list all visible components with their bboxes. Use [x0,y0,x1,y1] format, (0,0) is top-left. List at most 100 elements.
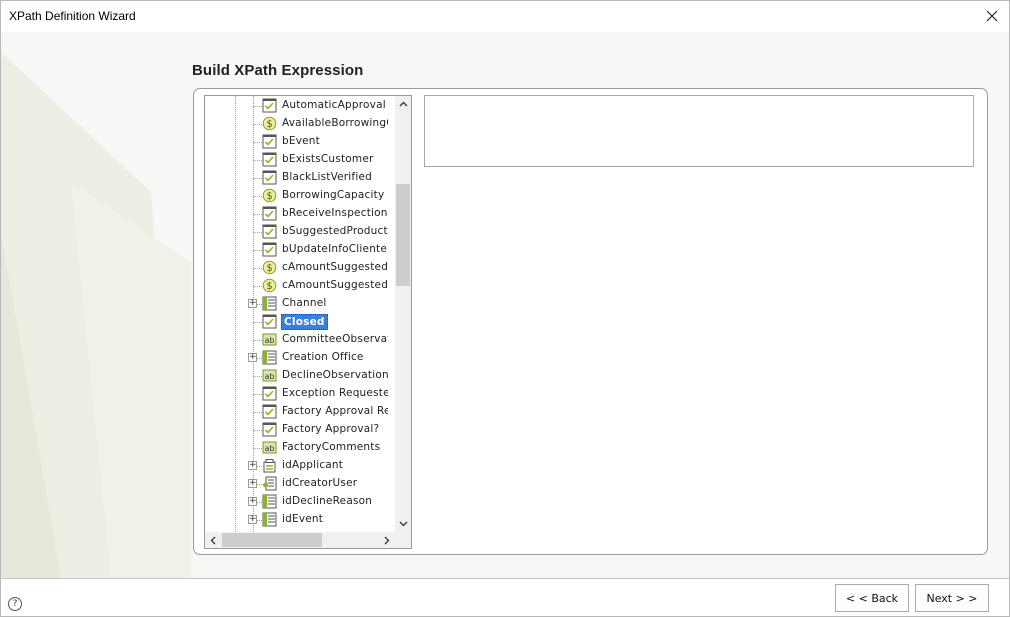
currency-field-icon: $ [262,260,277,275]
tree-connector [253,286,262,287]
horizontal-scroll-thumb[interactable] [222,533,322,547]
tree-connector [253,412,262,413]
checkbox-field-icon [262,314,277,329]
tree-item[interactable]: + Channel [205,295,395,313]
scroll-left-icon[interactable] [205,532,221,548]
tree-item-label: CommitteeObservati [282,333,388,345]
svg-text:$: $ [266,119,272,130]
tree-connector [253,106,262,107]
tree-item-label: cAmountSuggestedC [282,261,388,273]
tree-item[interactable]: $ BorrowingCapacity [205,187,395,205]
tree-item[interactable]: Factory Approval? [205,421,395,439]
checkbox-field-icon [262,422,277,437]
tree-item[interactable]: BlackListVerified [205,169,395,187]
scroll-down-icon[interactable] [395,516,411,532]
text-field-icon: ab [262,440,277,455]
tree-item-label-selected: Closed [281,314,328,330]
tree-item[interactable]: Factory Approval Re [205,403,395,421]
footer-bar: ? < < Back Next > > [1,578,1009,616]
scroll-right-icon[interactable] [379,532,395,548]
tree-item-label: Creation Office [282,351,364,363]
tree-connector [253,214,262,215]
tree-connector [253,322,262,323]
tree-item[interactable]: bExistsCustomer [205,151,395,169]
title-bar: XPath Definition Wizard [1,1,1009,32]
tree-item[interactable]: bEvent [205,133,395,151]
checkbox-field-icon [262,170,277,185]
tree-item[interactable]: ab DeclineObservations [205,367,395,385]
tree-item[interactable]: + idDeclineReason [205,493,395,511]
tree-connector [253,142,262,143]
tree-connector [253,124,262,125]
expand-icon[interactable]: + [248,479,257,488]
tree-item[interactable]: bSuggestedProducts [205,223,395,241]
tree-item[interactable]: AutomaticApproval [205,97,395,115]
tree-connector [253,160,262,161]
tree-connector [253,394,262,395]
tree-item-label: idEvent [282,513,324,525]
tree-item[interactable]: $ AvailableBorrowingC [205,115,395,133]
collection-icon [262,458,277,473]
checkbox-field-icon [262,152,277,167]
xpath-expression-box[interactable] [424,95,974,167]
tree-item[interactable]: ab CommitteeObservati [205,331,395,349]
tree-connector [253,196,262,197]
tree-vertical-scrollbar[interactable] [395,96,411,532]
tree-item-label: idCreatorUser [282,477,358,489]
tree-item[interactable]: + idCreatorUser [205,475,395,493]
expand-icon[interactable]: + [248,353,257,362]
tree-item-label: bReceiveInspection [282,207,388,219]
checkbox-field-icon [262,404,277,419]
scroll-up-icon[interactable] [395,96,411,112]
help-icon[interactable]: ? [8,597,22,611]
currency-field-icon: $ [262,188,277,203]
svg-text:ab: ab [265,372,275,381]
checkbox-field-icon [262,242,277,257]
tree-item[interactable]: Exception Requested [205,385,395,403]
tree-item-label: Factory Approval? [282,423,380,435]
tree-connector [253,178,262,179]
tree-item-label: Factory Approval Re [282,405,388,417]
tree-item[interactable]: ab FactoryComments [205,439,395,457]
expand-icon[interactable]: + [248,461,257,470]
tree-item[interactable]: + idEvent [205,511,395,529]
tree-item-label: idApplicant [282,459,344,471]
vertical-scroll-thumb[interactable] [396,184,410,286]
next-button[interactable]: Next > > [915,584,989,612]
tree-item[interactable]: bReceiveInspection [205,205,395,223]
svg-text:ab: ab [265,336,275,345]
tree-connector [253,340,262,341]
tree-item-label: bEvent [282,135,320,147]
tree-horizontal-scrollbar[interactable] [205,532,395,548]
tree-item-label: cAmountSuggestedT [282,279,388,291]
tree-connector [253,376,262,377]
entity-icon [262,350,277,365]
back-button[interactable]: < < Back [835,584,909,612]
tree-item[interactable]: $ cAmountSuggestedT [205,277,395,295]
tree-item-label: DeclineObservations [282,369,388,381]
tree-item-label: bExistsCustomer [282,153,374,165]
checkbox-field-icon [262,98,277,113]
text-field-icon: ab [262,368,277,383]
tree-item[interactable]: bUpdateInfoCliente [205,241,395,259]
tree-connector [253,268,262,269]
expand-icon[interactable]: + [248,515,257,524]
close-icon[interactable] [981,5,1003,27]
tree-item[interactable]: Closed [205,313,395,331]
expand-icon[interactable]: + [248,497,257,506]
currency-field-icon: $ [262,278,277,293]
wizard-window: XPath Definition Wizard Build XPath Expr… [0,0,1010,617]
tree-item-label: bUpdateInfoCliente [282,243,388,255]
tree-connector [253,430,262,431]
tree-item[interactable]: $ cAmountSuggestedC [205,259,395,277]
tree-connector [253,232,262,233]
tree-item[interactable]: + Creation Office [205,349,395,367]
entity-icon [262,296,277,311]
tree-rows: AutomaticApproval $ AvailableBorrowingC bEv… [205,96,395,532]
text-field-icon: ab [262,332,277,347]
tree-item[interactable]: + idApplicant [205,457,395,475]
field-tree[interactable]: AutomaticApproval $ AvailableBorrowingC bEv… [204,95,412,549]
expand-icon[interactable]: + [248,299,257,308]
user-entity-icon [262,476,277,491]
tree-connector [253,250,262,251]
